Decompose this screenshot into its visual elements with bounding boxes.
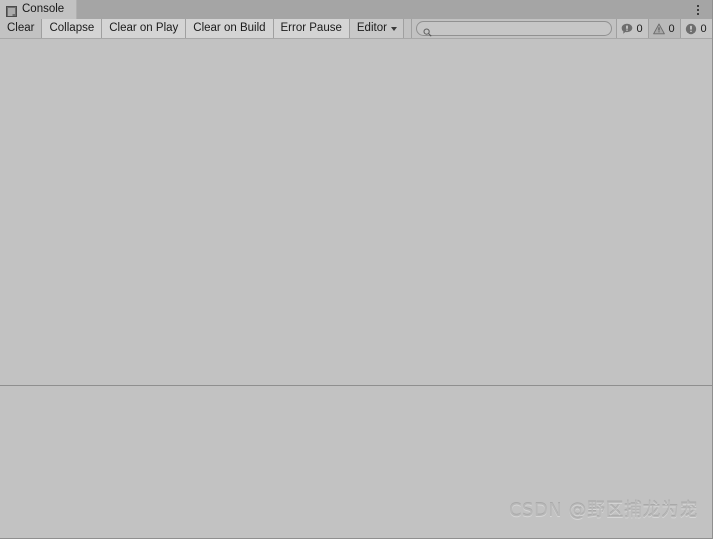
tab-console-label: Console	[22, 3, 65, 15]
console-icon	[6, 4, 17, 17]
error-count-value: 0	[700, 22, 707, 35]
search-area	[411, 19, 616, 38]
message-counters: 0 0 0	[616, 19, 712, 38]
search-input[interactable]	[431, 22, 611, 35]
warning-count-value: 0	[668, 22, 675, 35]
tab-strip: Console	[0, 0, 712, 19]
error-count[interactable]: 0	[680, 19, 712, 38]
chevron-down-icon	[390, 27, 397, 31]
console-window: Console Clear Collapse Clear on Play Cle…	[0, 0, 713, 539]
tab-console[interactable]: Console	[0, 0, 78, 19]
message-detail-pane[interactable]: CSDN @野区捕龙为宠	[0, 386, 712, 536]
clear-on-build-button[interactable]: Clear on Build	[186, 19, 274, 38]
error-circle-icon	[685, 23, 697, 35]
log-message-icon	[621, 23, 633, 35]
search-box[interactable]	[415, 21, 612, 37]
clear-button[interactable]: Clear	[0, 19, 43, 38]
search-icon	[423, 24, 432, 37]
message-list-pane[interactable]	[0, 39, 712, 386]
kebab-menu-icon[interactable]	[692, 2, 704, 17]
toolbar-separator	[403, 19, 412, 38]
console-toolbar: Clear Collapse Clear on Play Clear on Bu…	[0, 19, 712, 39]
collapse-button[interactable]: Collapse	[42, 19, 103, 38]
warning-count[interactable]: 0	[648, 19, 680, 38]
tab-strip-empty-area	[77, 0, 712, 19]
error-pause-button[interactable]: Error Pause	[273, 19, 350, 38]
editor-dropdown-button[interactable]: Editor	[349, 19, 404, 38]
log-count[interactable]: 0	[616, 19, 648, 38]
watermark-text: CSDN @野区捕龙为宠	[508, 500, 698, 521]
clear-on-play-button[interactable]: Clear on Play	[102, 19, 187, 38]
editor-dropdown-label: Editor	[356, 22, 387, 34]
warning-triangle-icon	[653, 23, 666, 35]
log-count-value: 0	[636, 22, 643, 35]
